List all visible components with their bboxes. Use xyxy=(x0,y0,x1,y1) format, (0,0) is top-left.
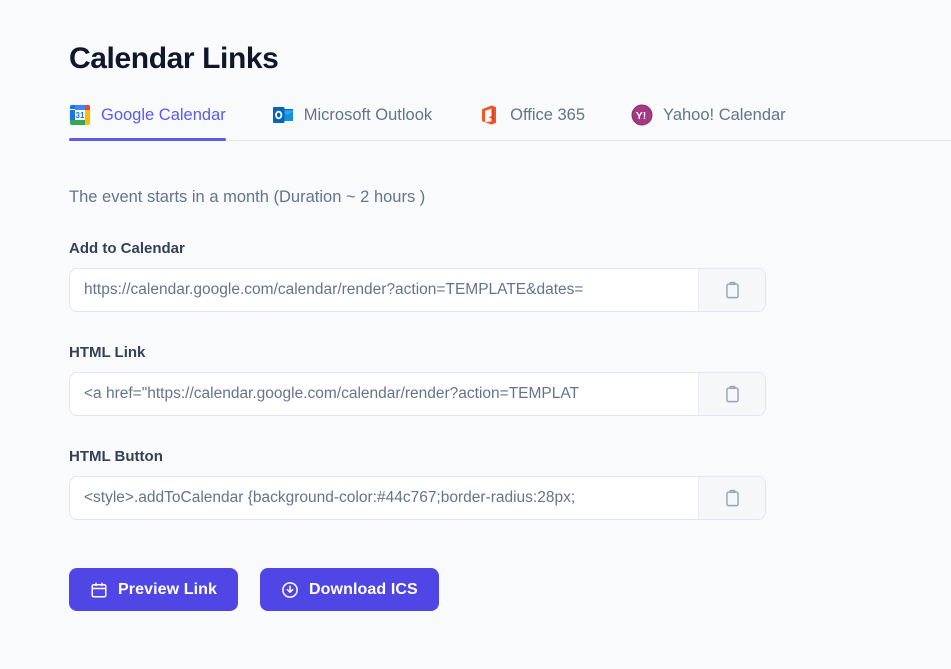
field-html-button: HTML Button xyxy=(69,447,951,520)
html-button-input[interactable] xyxy=(70,477,698,519)
clipboard-icon xyxy=(723,385,742,404)
input-group xyxy=(69,268,766,312)
add-to-calendar-input[interactable] xyxy=(70,269,698,311)
download-circle-icon xyxy=(281,581,299,599)
svg-text:31: 31 xyxy=(76,111,85,120)
field-html-link: HTML Link xyxy=(69,343,951,416)
button-label: Preview Link xyxy=(118,580,218,598)
office-365-icon xyxy=(478,104,500,126)
tab-label: Yahoo! Calendar xyxy=(663,105,786,124)
html-link-input[interactable] xyxy=(70,373,698,415)
copy-html-button-button[interactable] xyxy=(698,477,765,519)
field-add-to-calendar: Add to Calendar xyxy=(69,239,951,312)
tab-google-calendar[interactable]: 31 Google Calendar xyxy=(69,100,226,141)
field-label: Add to Calendar xyxy=(69,240,185,257)
copy-html-link-button[interactable] xyxy=(698,373,765,415)
button-label: Download ICS xyxy=(309,580,418,598)
input-group xyxy=(69,476,766,520)
yahoo-calendar-icon: Y! xyxy=(631,104,653,126)
field-label: HTML Link xyxy=(69,344,146,361)
page-title: Calendar Links xyxy=(69,42,279,75)
tab-label: Google Calendar xyxy=(101,105,226,124)
field-label: HTML Button xyxy=(69,448,163,465)
action-buttons: Preview Link Download ICS xyxy=(69,568,951,611)
preview-link-button[interactable]: Preview Link xyxy=(69,568,239,611)
clipboard-icon xyxy=(723,489,742,508)
event-description: The event starts in a month (Duration ~ … xyxy=(69,188,426,206)
calendar-links-page: Calendar Links 31 Google Calendar Micros… xyxy=(0,0,951,669)
tab-yahoo-calendar[interactable]: Y! Yahoo! Calendar xyxy=(631,100,786,140)
tab-microsoft-outlook[interactable]: Microsoft Outlook xyxy=(272,100,432,140)
tab-label: Office 365 xyxy=(510,105,586,124)
copy-add-to-calendar-button[interactable] xyxy=(698,269,765,311)
calendar-icon xyxy=(90,581,108,599)
microsoft-outlook-icon xyxy=(272,104,294,126)
tab-label: Microsoft Outlook xyxy=(303,105,433,124)
clipboard-icon xyxy=(723,281,742,300)
tab-office-365[interactable]: Office 365 xyxy=(478,100,585,140)
google-calendar-icon: 31 xyxy=(69,104,91,126)
input-group xyxy=(69,372,766,416)
calendar-provider-tabs: 31 Google Calendar Microsoft Outlook Off… xyxy=(69,100,951,141)
svg-text:Y!: Y! xyxy=(636,110,647,122)
download-ics-button[interactable]: Download ICS xyxy=(260,568,439,611)
